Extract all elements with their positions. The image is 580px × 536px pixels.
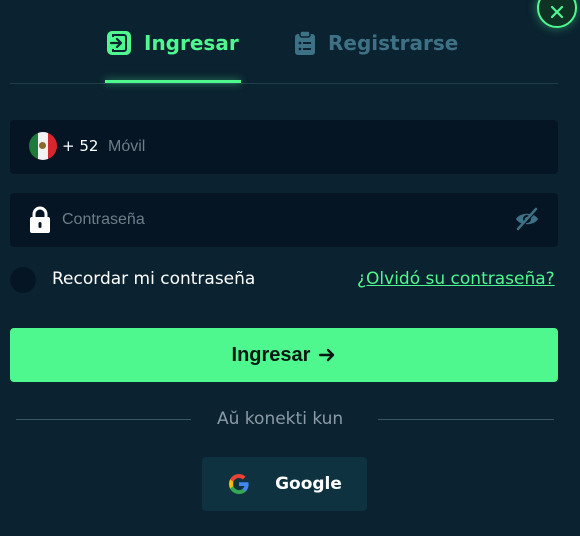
phone-input[interactable] <box>108 132 528 162</box>
forgot-password-link[interactable]: ¿Olvidó su contraseña? <box>357 269 555 289</box>
divider-text: Aŭ konekti kun <box>217 409 344 429</box>
google-icon <box>229 474 249 494</box>
arrow-right-icon <box>319 348 335 362</box>
google-label: Google <box>275 474 342 494</box>
phone-field: + 52 <box>10 120 558 174</box>
tab-login[interactable]: Ingresar <box>106 28 239 58</box>
submit-label: Ingresar <box>231 343 311 366</box>
login-icon <box>107 31 131 55</box>
tab-login-label: Ingresar <box>144 31 239 55</box>
remember-label: Recordar mi contraseña <box>52 269 256 289</box>
divider-right <box>378 419 554 420</box>
country-code[interactable]: + 52 <box>62 137 98 155</box>
remember-checkbox[interactable] <box>10 267 36 293</box>
eye-off-icon[interactable] <box>514 207 540 231</box>
google-login-button[interactable]: Google <box>202 457 367 511</box>
password-field <box>10 193 558 247</box>
active-tab-indicator <box>105 80 241 83</box>
password-input[interactable] <box>62 205 502 235</box>
auth-tabs: Ingresar Registrarse <box>10 0 558 84</box>
tab-register[interactable]: Registrarse <box>294 28 458 58</box>
login-submit-button[interactable]: Ingresar <box>10 328 558 382</box>
divider-left <box>16 419 191 420</box>
tab-register-label: Registrarse <box>328 31 459 55</box>
lock-icon <box>30 206 50 233</box>
clipboard-icon <box>295 30 315 55</box>
mexico-flag-icon[interactable] <box>29 132 57 160</box>
